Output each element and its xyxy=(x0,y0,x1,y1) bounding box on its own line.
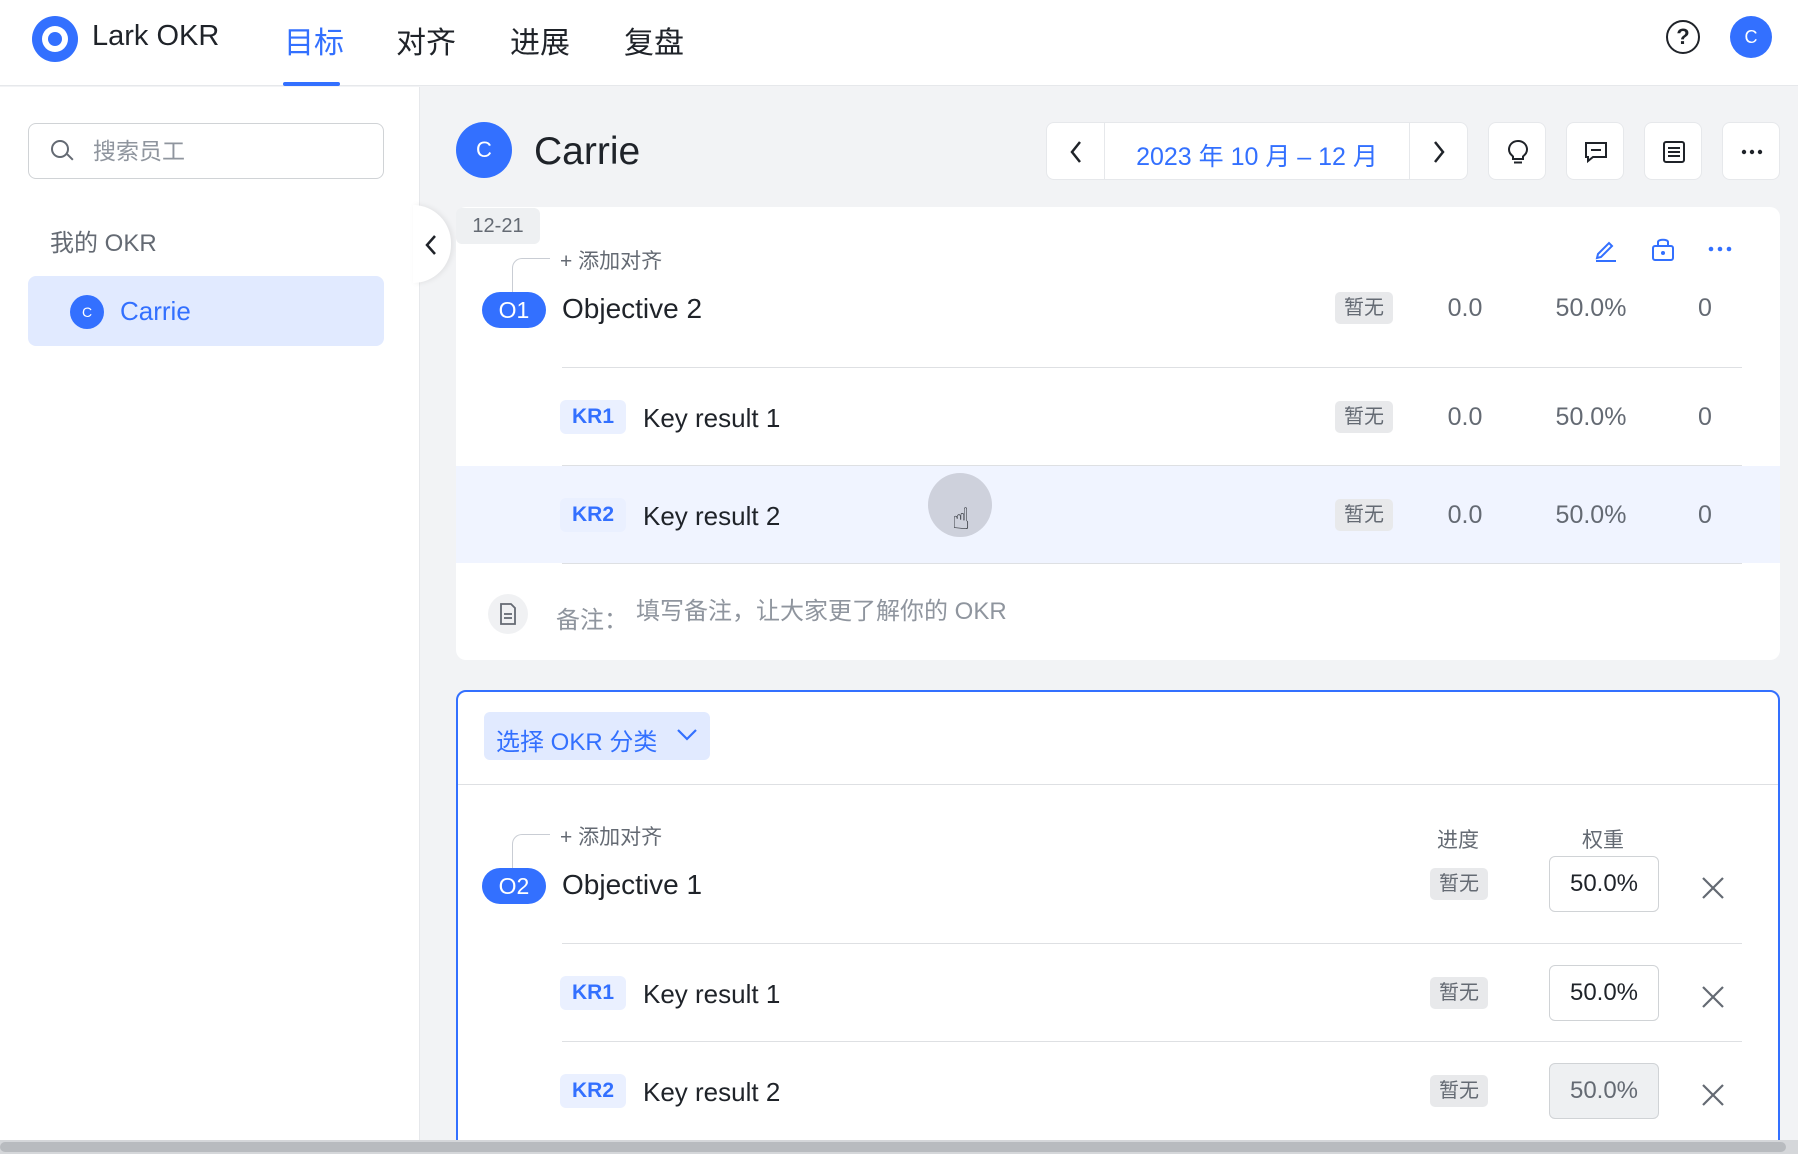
kr-badge: KR1 xyxy=(560,400,626,434)
lock-icon[interactable] xyxy=(1650,236,1676,262)
objective-badge: O1 xyxy=(482,292,546,328)
prev-period-button[interactable] xyxy=(1047,123,1105,179)
comment-icon xyxy=(1585,142,1607,164)
more-options-button[interactable] xyxy=(1722,122,1780,180)
list-icon xyxy=(1663,141,1685,163)
okr-category-select[interactable]: 选择 OKR 分类 xyxy=(484,712,710,760)
add-align-label: 添加对齐 xyxy=(578,250,663,273)
weight-column-header: 权重 xyxy=(1582,829,1624,852)
kr-title[interactable]: Key result 2 xyxy=(643,1077,780,1108)
weight-field[interactable] xyxy=(1549,1063,1659,1119)
search-icon xyxy=(51,140,74,161)
add-align-button[interactable]: + 添加对齐 xyxy=(560,821,662,851)
align-connector xyxy=(512,834,550,868)
plus-icon: + xyxy=(560,250,573,273)
divider xyxy=(562,943,1742,944)
note-label: 备注： xyxy=(556,607,628,634)
score-value: 0.0 xyxy=(1447,501,1483,529)
status-badge: 暂无 xyxy=(1430,977,1488,1009)
owner-avatar: C xyxy=(456,122,512,178)
objective-badge: O2 xyxy=(482,868,546,904)
date-tag: 12-21 xyxy=(456,208,540,244)
note-icon xyxy=(488,594,528,634)
period-label[interactable]: 2023 年 10 月 – 12 月 xyxy=(1105,137,1409,173)
objective-title[interactable]: Objective 2 xyxy=(562,293,702,325)
kr-badge: KR2 xyxy=(560,1074,626,1108)
active-tab-indicator xyxy=(283,82,340,86)
my-okr-label: 我的 OKR xyxy=(50,230,157,257)
edit-icon[interactable] xyxy=(1592,236,1618,262)
count-value: 0 xyxy=(1698,403,1712,431)
list-view-button[interactable] xyxy=(1644,122,1702,180)
score-value: 0.0 xyxy=(1447,403,1483,431)
note-input[interactable] xyxy=(636,596,1236,628)
divider xyxy=(562,563,1742,564)
plus-icon: + xyxy=(560,826,573,849)
chevron-left-icon xyxy=(425,235,436,255)
chevron-right-icon xyxy=(1434,141,1445,163)
score-value: 0.0 xyxy=(1447,294,1483,322)
next-period-button[interactable] xyxy=(1409,123,1467,179)
page-title: Carrie xyxy=(534,130,641,173)
align-connector xyxy=(512,258,550,292)
weight-value: 50.0% xyxy=(1555,501,1627,529)
kr-badge: KR2 xyxy=(560,498,626,532)
weight-field[interactable] xyxy=(1549,965,1659,1021)
kr-title[interactable]: Key result 2 xyxy=(643,501,780,532)
progress-column-header: 进度 xyxy=(1437,829,1479,852)
tab-review[interactable]: 复盘 xyxy=(624,18,684,62)
sidebar: 我的 OKR C Carrie xyxy=(0,87,420,1154)
app-name: Lark OKR xyxy=(92,20,220,52)
tips-button[interactable] xyxy=(1488,122,1546,180)
tab-align[interactable]: 对齐 xyxy=(396,18,456,62)
sidebar-item-carrie[interactable]: C Carrie xyxy=(28,276,384,346)
lightbulb-icon xyxy=(1507,139,1529,164)
hand-cursor-icon: ☝ xyxy=(952,503,971,536)
divider xyxy=(562,1041,1742,1042)
add-align-label: 添加对齐 xyxy=(578,826,663,849)
status-badge: 暂无 xyxy=(1430,1075,1488,1107)
status-badge: 暂无 xyxy=(1335,401,1393,433)
status-badge: 暂无 xyxy=(1335,292,1393,324)
status-badge: 暂无 xyxy=(1430,868,1488,900)
divider xyxy=(562,465,1742,466)
objective-title[interactable]: Objective 1 xyxy=(562,869,702,901)
horizontal-scrollbar[interactable] xyxy=(0,1140,1798,1154)
weight-value: 50.0% xyxy=(1555,294,1627,322)
chevron-left-icon xyxy=(1070,141,1081,163)
more-icon xyxy=(1741,149,1763,155)
chevron-down-icon xyxy=(677,729,697,741)
kr-title[interactable]: Key result 1 xyxy=(643,979,780,1010)
divider xyxy=(562,367,1742,368)
period-selector: 2023 年 10 月 – 12 月 xyxy=(1046,122,1468,180)
comment-button[interactable] xyxy=(1566,122,1624,180)
more-icon[interactable] xyxy=(1706,236,1734,262)
divider xyxy=(458,784,1778,785)
count-value: 0 xyxy=(1698,501,1712,529)
add-align-button[interactable]: + 添加对齐 xyxy=(560,245,662,275)
close-icon[interactable] xyxy=(1699,1081,1727,1109)
tab-progress[interactable]: 进展 xyxy=(510,18,570,62)
weight-value: 50.0% xyxy=(1555,403,1627,431)
help-icon[interactable]: ? xyxy=(1666,20,1700,54)
logo-icon[interactable] xyxy=(32,16,78,62)
search-box[interactable] xyxy=(28,123,384,179)
category-label: 选择 OKR 分类 xyxy=(496,729,658,756)
close-icon[interactable] xyxy=(1699,874,1727,902)
kr-title[interactable]: Key result 1 xyxy=(643,403,780,434)
scrollbar-thumb[interactable] xyxy=(0,1142,1786,1152)
tab-goals[interactable]: 目标 xyxy=(284,18,344,62)
collapse-sidebar-button[interactable] xyxy=(413,205,451,283)
kr-badge: KR1 xyxy=(560,976,626,1010)
avatar: C xyxy=(70,295,104,329)
search-input[interactable] xyxy=(93,136,353,166)
close-icon[interactable] xyxy=(1699,983,1727,1011)
sidebar-item-label: Carrie xyxy=(120,296,191,326)
user-avatar[interactable]: C xyxy=(1730,16,1772,58)
weight-field[interactable] xyxy=(1549,856,1659,912)
count-value: 0 xyxy=(1698,294,1712,322)
status-badge: 暂无 xyxy=(1335,499,1393,531)
top-bar: Lark OKR 目标 对齐 进展 复盘 ? C xyxy=(0,0,1798,86)
